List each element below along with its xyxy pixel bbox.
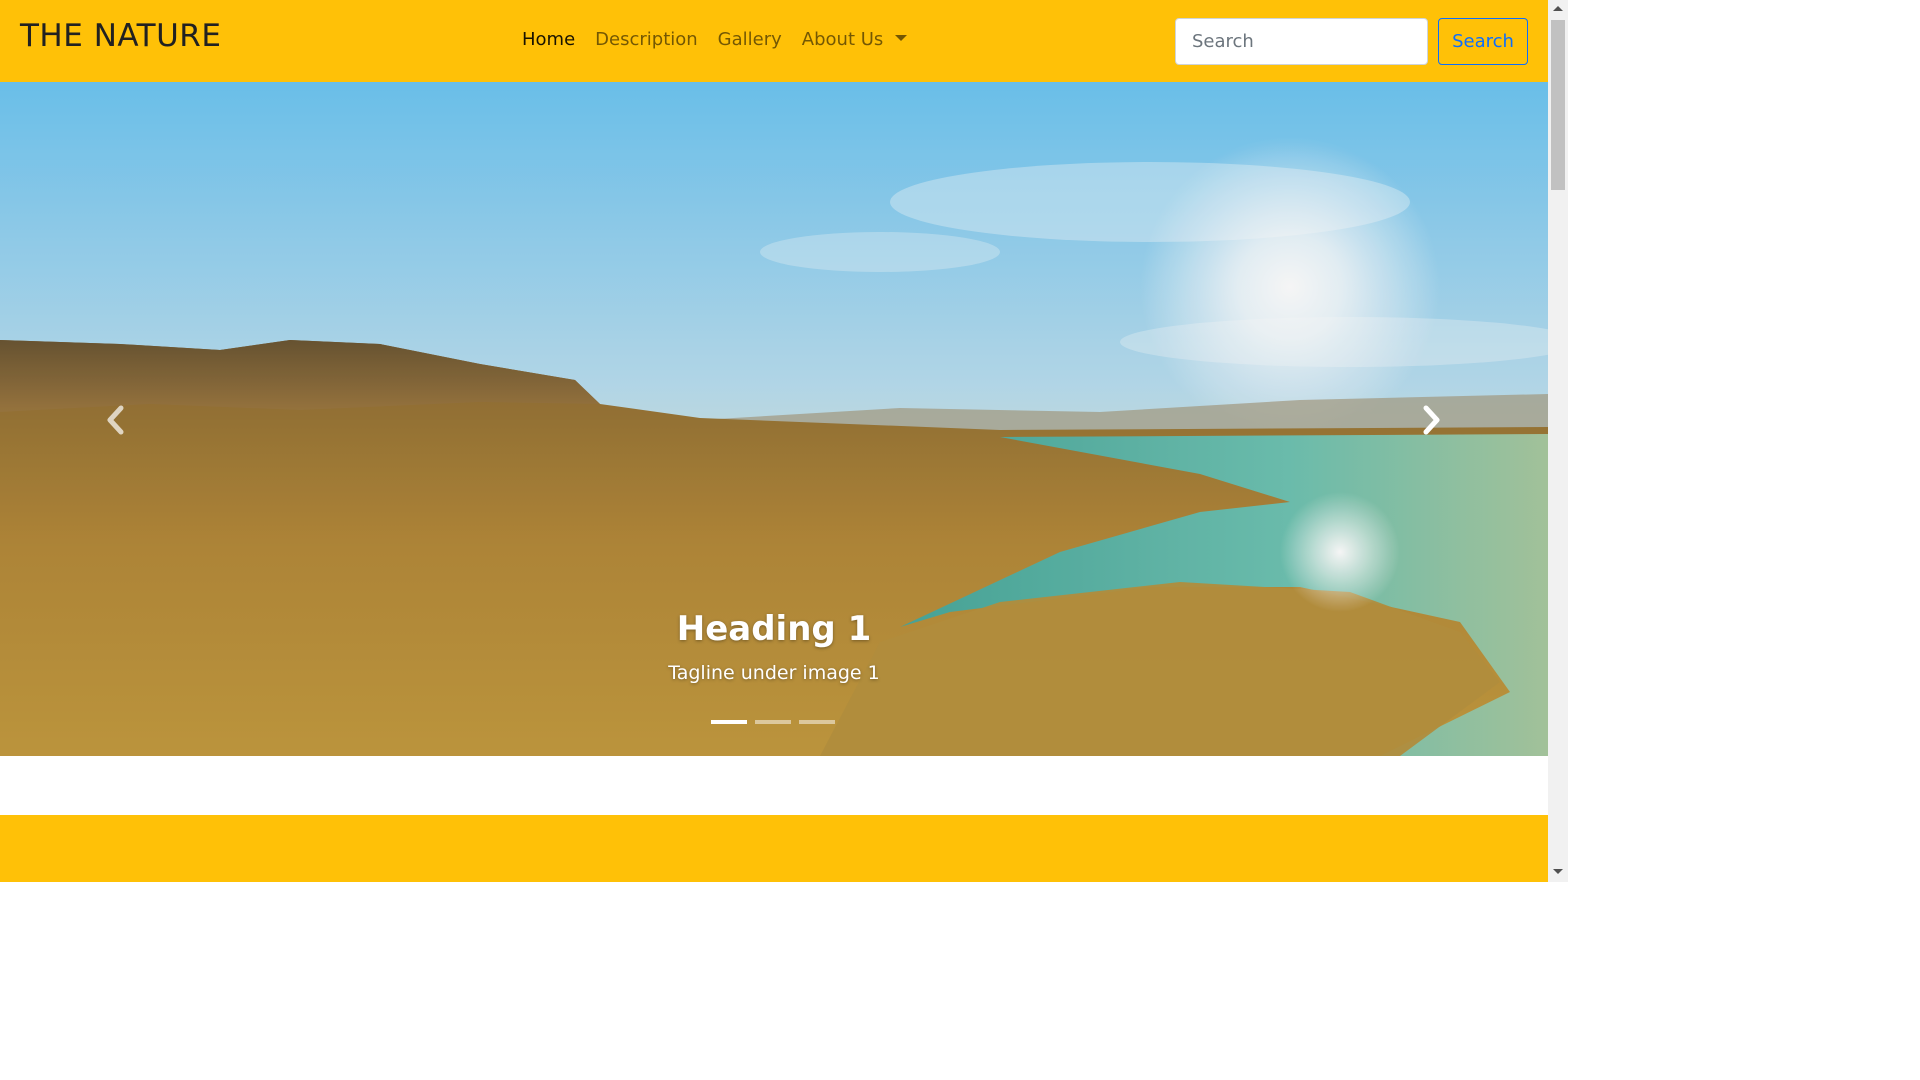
- nav-links: Home Description Gallery About Us: [522, 29, 908, 50]
- page-scrollbar[interactable]: [1548, 0, 1568, 882]
- carousel-prev-button[interactable]: [96, 400, 136, 440]
- nav-link-gallery[interactable]: Gallery: [718, 29, 782, 50]
- navbar: THE NATURE Home Description Gallery Abou…: [0, 0, 1548, 82]
- search-button[interactable]: Search: [1438, 18, 1528, 65]
- hero-carousel: Heading 1 Tagline under image 1: [0, 82, 1548, 756]
- carousel-indicator-1[interactable]: [711, 720, 747, 724]
- scroll-up-arrow-icon[interactable]: [1553, 6, 1563, 11]
- carousel-indicator-3[interactable]: [799, 720, 835, 724]
- chevron-right-icon: [1423, 405, 1440, 435]
- nav-link-about-us[interactable]: About Us: [802, 29, 908, 50]
- scrollbar-thumb[interactable]: [1551, 20, 1565, 190]
- scroll-down-arrow-icon[interactable]: [1553, 869, 1563, 874]
- carousel-indicator-2[interactable]: [755, 720, 791, 724]
- dropdown-caret-icon: [895, 35, 908, 41]
- carousel-indicators: [711, 720, 835, 724]
- slide-heading: Heading 1: [676, 609, 872, 649]
- brand-logo[interactable]: THE NATURE: [20, 18, 221, 54]
- nav-link-description[interactable]: Description: [595, 29, 698, 50]
- carousel-next-button[interactable]: [1411, 400, 1451, 440]
- footer-band: [0, 815, 1548, 882]
- nav-link-home[interactable]: Home: [522, 29, 575, 50]
- landscape-image: [0, 82, 1548, 756]
- chevron-left-icon: [107, 405, 124, 435]
- slide-tagline: Tagline under image 1: [668, 662, 880, 684]
- nav-link-about-us-label: About Us: [801, 29, 884, 50]
- search-input[interactable]: [1175, 18, 1428, 65]
